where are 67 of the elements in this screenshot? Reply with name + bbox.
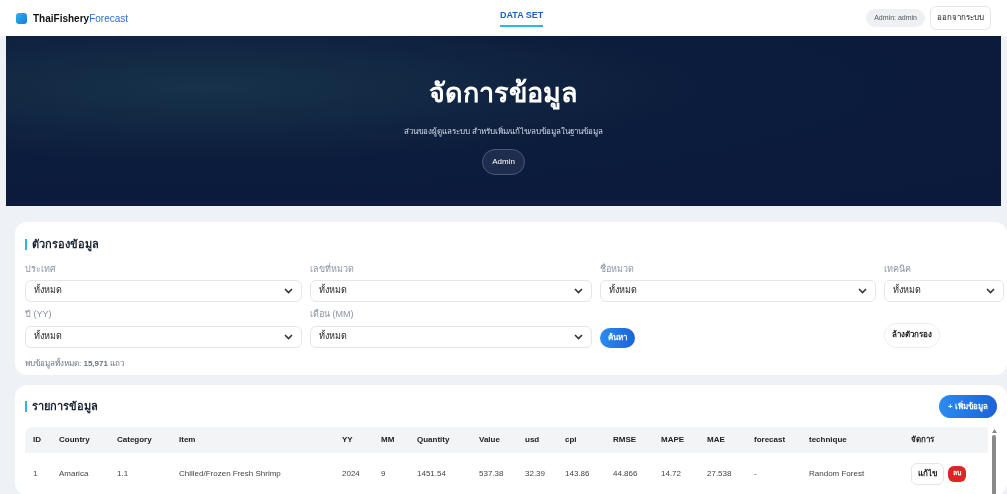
column-header: Item bbox=[179, 435, 196, 444]
select-field[interactable]: ทั้งหมด bbox=[310, 325, 592, 348]
column-header: YY bbox=[342, 435, 353, 444]
column-header: technique bbox=[809, 435, 847, 444]
chevron-down-icon bbox=[284, 333, 293, 340]
search-button[interactable]: ค้นหา bbox=[600, 327, 635, 348]
table-cell: 1 bbox=[33, 468, 38, 478]
table-cell: 44.866 bbox=[613, 468, 638, 478]
table-cell: 537.38 bbox=[479, 468, 504, 478]
column-header: MM bbox=[381, 435, 395, 444]
chevron-down-icon bbox=[574, 288, 583, 294]
chevron-down-icon bbox=[284, 288, 293, 294]
table-cell: 14.72 bbox=[661, 468, 682, 478]
role-badge: Admin bbox=[482, 148, 525, 175]
column-header: MAE bbox=[707, 435, 725, 444]
table-cell: - bbox=[754, 468, 757, 478]
select-field[interactable]: ทั้งหมด bbox=[600, 280, 876, 302]
field-label: เลขที่หมวด bbox=[310, 262, 355, 276]
field-label: ปี (YY) bbox=[25, 308, 53, 321]
clear-filter-button[interactable]: ล้างตัวกรอง bbox=[884, 322, 940, 348]
accent-bar bbox=[25, 401, 27, 412]
section-title: รายการข้อมูล bbox=[32, 399, 98, 415]
table-cell: 2024 bbox=[342, 468, 360, 478]
chevron-down-icon bbox=[858, 288, 867, 294]
column-header: Quantity bbox=[417, 435, 450, 444]
table-cell: 32.39 bbox=[525, 468, 546, 478]
nav-tab[interactable]: DATA SET bbox=[500, 9, 544, 27]
chevron-down-icon bbox=[574, 333, 583, 340]
page-subtitle: ส่วนของผู้ดูแลระบบ สำหรับเพิ่ม/แก้ไข/ลบข้อมูลในฐานข้อมูล bbox=[403, 125, 604, 138]
column-header: usd bbox=[525, 435, 540, 444]
column-header: cpi bbox=[565, 435, 577, 444]
edit-button[interactable]: แก้ไข bbox=[911, 462, 944, 485]
field-label: ชื่อหมวด bbox=[600, 262, 635, 276]
table-cell: 27.538 bbox=[707, 468, 732, 478]
logout-button[interactable]: ออกจากระบบ bbox=[930, 6, 991, 30]
add-data-button[interactable]: + เพิ่มข้อมูล bbox=[939, 395, 997, 418]
table-cell: 1.1 bbox=[117, 468, 129, 478]
table-cell: 143.86 bbox=[565, 468, 590, 478]
select-field[interactable]: ทั้งหมด bbox=[25, 325, 302, 348]
table-cell: Amarica bbox=[59, 468, 89, 478]
table-cell: Random Forest bbox=[809, 468, 865, 478]
logo-text[interactable]: ThaiFisheryForecast bbox=[33, 10, 129, 26]
accent-bar bbox=[25, 238, 27, 250]
section-title: ตัวกรองข้อมูล bbox=[32, 237, 99, 253]
field-label: เดือน (MM) bbox=[310, 308, 355, 321]
column-header: MAPE bbox=[661, 435, 685, 444]
table-cell: 1451.54 bbox=[417, 468, 446, 478]
scrollbar-thumb[interactable] bbox=[992, 435, 996, 494]
column-header: ID bbox=[33, 435, 41, 444]
field-label: ประเทศ bbox=[25, 262, 57, 276]
column-header: RMSE bbox=[613, 435, 637, 444]
logo-icon bbox=[16, 12, 27, 24]
select-field[interactable]: ทั้งหมด bbox=[884, 280, 1004, 302]
select-field[interactable]: ทั้งหมด bbox=[310, 280, 592, 302]
table-cell: Chilled/Frozen Fresh Shrimp bbox=[179, 468, 281, 478]
column-header: Category bbox=[117, 435, 152, 444]
scroll-up-icon[interactable] bbox=[991, 429, 997, 433]
table-cell: 9 bbox=[381, 468, 386, 478]
result-count: พบข้อมูลทั้งหมด: 15,971 แถว bbox=[25, 357, 126, 370]
column-header: Country bbox=[59, 435, 90, 444]
column-header: จัดการ bbox=[911, 435, 934, 444]
page-title: จัดการข้อมูล bbox=[429, 77, 578, 112]
column-header: forecast bbox=[754, 435, 786, 444]
column-header: Value bbox=[479, 435, 500, 444]
chevron-down-icon bbox=[986, 288, 995, 294]
select-field[interactable]: ทั้งหมด bbox=[25, 280, 302, 302]
field-label: เทคนิค bbox=[884, 262, 912, 276]
